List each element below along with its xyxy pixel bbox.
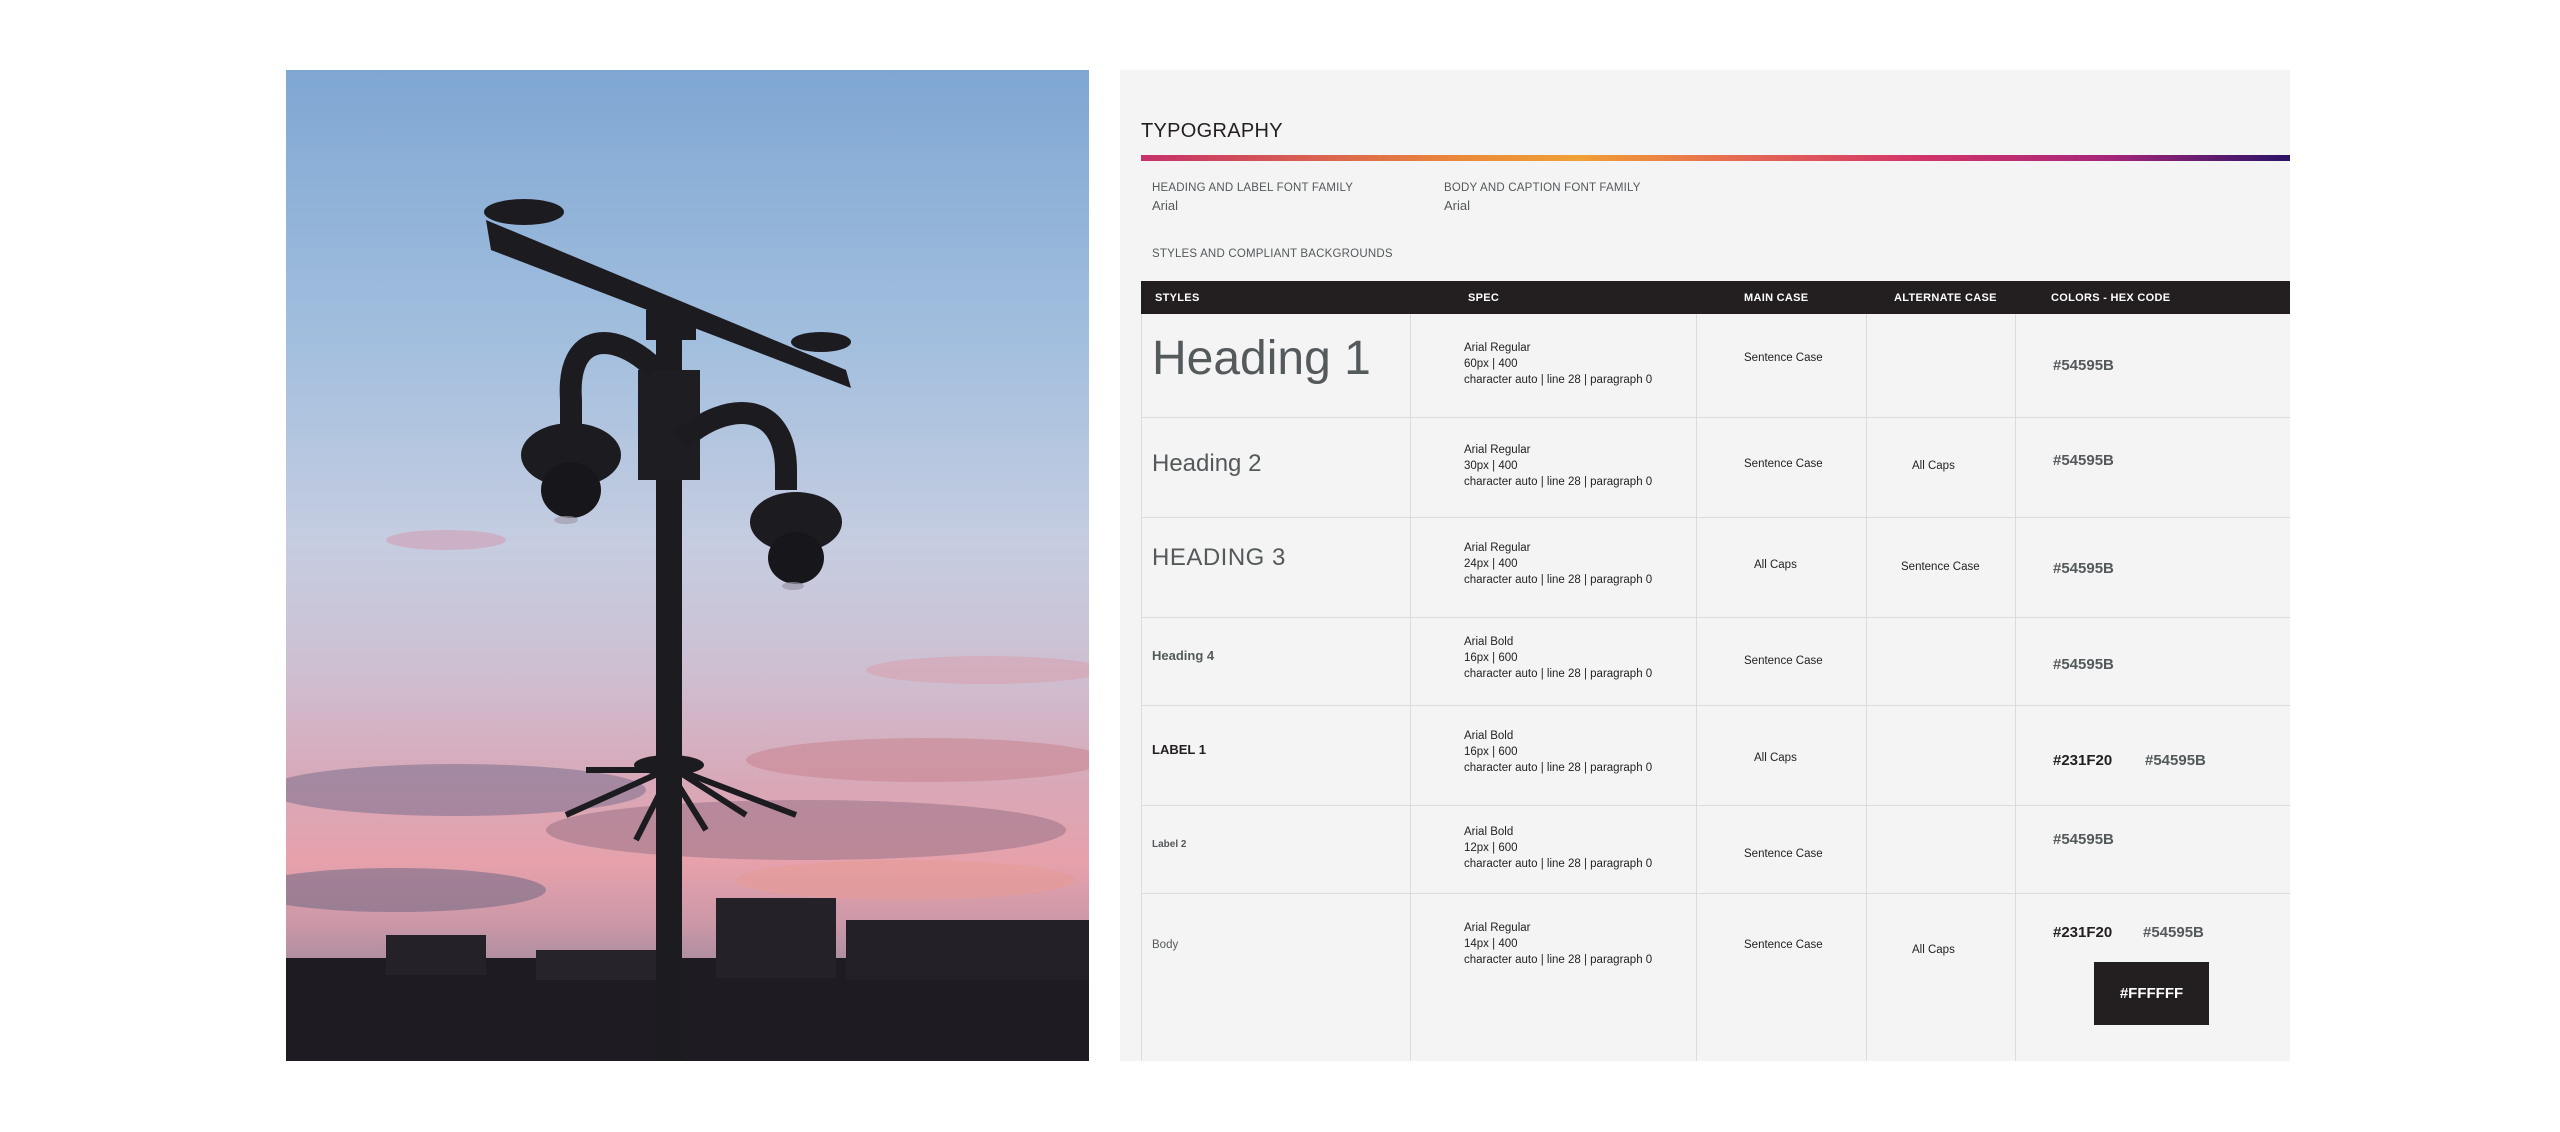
- style-sample-heading-1: Heading 1: [1152, 332, 1371, 385]
- alternate-case-cell: All Caps: [1912, 460, 1955, 472]
- style-sample-heading-3: HEADING 3: [1152, 544, 1286, 571]
- brand-gradient-bar: [1141, 155, 2290, 161]
- alternate-case-cell: Sentence Case: [1901, 561, 1980, 573]
- table-row: Label 2 Arial Bold 12px | 600 character …: [1142, 806, 2290, 894]
- body-font-label: BODY AND CAPTION FONT FAMILY: [1444, 182, 1641, 194]
- hero-photo: [286, 70, 1089, 1061]
- hex-code-gray: #54595B: [2053, 357, 2114, 374]
- main-case-cell: Sentence Case: [1744, 458, 1823, 470]
- security-camera-pole-icon: [286, 199, 1089, 1061]
- column-header-alternate-case: ALTERNATE CASE: [1894, 291, 1997, 304]
- hex-code-gray: #54595B: [2053, 656, 2114, 673]
- hex-code-gray: #54595B: [2145, 752, 2206, 769]
- spec-cell: Arial Regular 60px | 400 character auto …: [1464, 342, 1653, 386]
- column-header-spec: SPEC: [1468, 291, 1500, 304]
- column-header-styles: STYLES: [1155, 291, 1200, 304]
- spec-cell: Arial Bold 12px | 600 character auto | l…: [1464, 826, 1653, 870]
- spec-cell: Arial Regular 14px | 400 character auto …: [1464, 922, 1653, 966]
- main-case-cell: Sentence Case: [1744, 939, 1823, 951]
- main-case-cell: All Caps: [1754, 559, 1797, 571]
- typography-panel: TYPOGRAPHY HEADING AND LABEL FONT FAMILY…: [1120, 70, 2290, 1061]
- hex-code-dark: #231F20: [2053, 752, 2113, 769]
- main-case-cell: All Caps: [1754, 752, 1797, 764]
- style-sample-label-2: Label 2: [1152, 839, 1187, 850]
- hex-code-gray: #54595B: [2053, 452, 2114, 469]
- alternate-case-cell: All Caps: [1912, 944, 1955, 956]
- column-header-main-case: MAIN CASE: [1744, 291, 1809, 304]
- spec-cell: Arial Regular 24px | 400 character auto …: [1464, 542, 1653, 586]
- table-row: Body Arial Regular 14px | 400 character …: [1142, 894, 2290, 1061]
- main-case-cell: Sentence Case: [1744, 352, 1823, 364]
- style-sample-body: Body: [1152, 939, 1179, 951]
- table-header: STYLES SPEC MAIN CASE ALTERNATE CASE COL…: [1141, 281, 2290, 314]
- style-sample-heading-4: Heading 4: [1152, 648, 1215, 663]
- table-row: HEADING 3 Arial Regular 24px | 400 chara…: [1142, 518, 2290, 618]
- style-sample-heading-2: Heading 2: [1152, 450, 1262, 477]
- column-header-colors: COLORS - HEX CODE: [2051, 291, 2171, 304]
- main-case-cell: Sentence Case: [1744, 848, 1823, 860]
- spec-cell: Arial Bold 16px | 600 character auto | l…: [1464, 730, 1653, 774]
- swatch-hex-label: #FFFFFF: [2119, 985, 2184, 1002]
- spec-cell: Arial Regular 30px | 400 character auto …: [1464, 444, 1653, 488]
- styles-section-label: STYLES AND COMPLIANT BACKGROUNDS: [1152, 248, 1393, 260]
- table-row: LABEL 1 Arial Bold 16px | 600 character …: [1142, 706, 2290, 806]
- hex-code-gray: #54595B: [2053, 560, 2114, 577]
- styles-table: Heading 1 Arial Regular 60px | 400 chara…: [1141, 314, 2290, 1061]
- table-row: Heading 1 Arial Regular 60px | 400 chara…: [1142, 314, 2290, 418]
- main-case-cell: Sentence Case: [1744, 655, 1823, 667]
- white-on-dark-swatch: #FFFFFF: [2094, 962, 2209, 1025]
- body-font-value: Arial: [1444, 198, 1471, 213]
- section-title: TYPOGRAPHY: [1141, 120, 1283, 142]
- table-row: Heading 4 Arial Bold 16px | 600 characte…: [1142, 618, 2290, 706]
- hex-code-gray: #54595B: [2053, 831, 2114, 848]
- spec-cell: Arial Bold 16px | 600 character auto | l…: [1464, 636, 1653, 680]
- heading-font-value: Arial: [1152, 198, 1179, 213]
- hex-code-gray: #54595B: [2143, 924, 2204, 941]
- style-sample-label-1: LABEL 1: [1152, 742, 1206, 757]
- heading-font-label: HEADING AND LABEL FONT FAMILY: [1152, 182, 1354, 194]
- hex-code-dark: #231F20: [2053, 924, 2113, 941]
- table-row: Heading 2 Arial Regular 30px | 400 chara…: [1142, 418, 2290, 518]
